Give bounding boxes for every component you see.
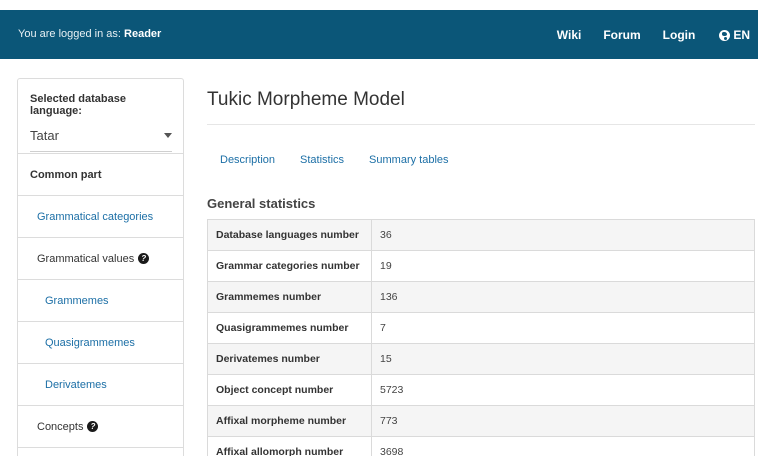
stat-value: 19	[371, 250, 755, 282]
table-row: Object concept number 5723	[207, 374, 755, 406]
nav-forum-link[interactable]: Forum	[603, 28, 640, 42]
sidebar-item-derivatemes[interactable]: Derivatemes	[18, 364, 183, 406]
tab-summary-tables[interactable]: Summary tables	[369, 154, 448, 166]
stat-name: Affixal morpheme number	[207, 405, 372, 437]
top-navbar: You are logged in as: Reader Wiki Forum …	[0, 10, 758, 59]
question-circle-icon[interactable]: ?	[138, 253, 150, 264]
content-tabs: Description Statistics Summary tables	[220, 154, 474, 166]
stat-value: 7	[371, 312, 755, 344]
database-language-label: Selected database language:	[30, 93, 126, 117]
table-row: Grammar categories number 19	[207, 250, 755, 282]
title-divider	[207, 124, 755, 125]
stat-name: Database languages number	[207, 219, 372, 251]
tab-description[interactable]: Description	[220, 154, 275, 166]
page-title: Tukic Morpheme Model	[207, 89, 405, 110]
top-nav-links: Wiki Forum Login EN	[535, 28, 750, 42]
main-content: Tukic Morpheme Model Description Statist…	[207, 78, 755, 456]
table-row: Quasigrammemes number 7	[207, 312, 755, 344]
stat-name: Affixal allomorph number	[207, 436, 372, 456]
nav-login-link[interactable]: Login	[663, 28, 696, 42]
general-statistics-table: Database languages number 36 Grammar cat…	[207, 219, 755, 456]
table-row: Derivatemes number 15	[207, 343, 755, 375]
section-title: General statistics	[207, 196, 316, 211]
login-username: Reader	[124, 28, 162, 40]
stat-name: Quasigrammemes number	[207, 312, 372, 344]
sidebar-item-concepts[interactable]: Concepts ?	[18, 406, 183, 448]
login-status: You are logged in as: Reader	[18, 28, 161, 40]
sidebar-common-part-header: Common part	[18, 154, 183, 196]
sidebar-item-label: Concepts	[37, 420, 84, 433]
stat-name: Grammemes number	[207, 281, 372, 313]
stat-value: 3698	[371, 436, 755, 456]
language-code: EN	[733, 28, 750, 42]
sidebar-item-label: Quasigrammemes	[45, 336, 135, 349]
sidebar-item-label: Grammatical categories	[37, 210, 154, 223]
stat-value: 5723	[371, 374, 755, 406]
sidebar-item-label: Derivatemes	[45, 378, 107, 391]
sidebar-item-quasigrammemes[interactable]: Quasigrammemes	[18, 322, 183, 364]
question-circle-icon[interactable]: ?	[87, 421, 99, 432]
table-row: Database languages number 36	[207, 219, 755, 251]
nav-wiki-link[interactable]: Wiki	[557, 28, 582, 42]
sidebar-item-label: Grammatical values	[37, 252, 135, 265]
table-row: Affixal allomorph number 3698	[207, 436, 755, 456]
database-language-select[interactable]: Tatar	[30, 128, 172, 152]
stat-value: 136	[371, 281, 755, 313]
sidebar-item-grammatical-values[interactable]: Grammatical values ?	[18, 238, 183, 280]
language-switcher[interactable]: EN	[719, 28, 750, 42]
stat-value: 36	[371, 219, 755, 251]
sidebar-item-label: Grammemes	[45, 294, 109, 307]
stat-name: Grammar categories number	[207, 250, 372, 282]
database-language-panel: Selected database language: Tatar	[18, 79, 183, 154]
stat-value: 15	[371, 343, 755, 375]
tab-statistics[interactable]: Statistics	[300, 154, 344, 166]
stat-name: Object concept number	[207, 374, 372, 406]
sidebar: Selected database language: Tatar Common…	[17, 78, 184, 456]
table-row: Grammemes number 136	[207, 281, 755, 313]
login-prefix: You are logged in as:	[18, 28, 121, 40]
table-row: Affixal morpheme number 773	[207, 405, 755, 437]
sidebar-item-grammatical-categories[interactable]: Grammatical categories	[18, 196, 183, 238]
stat-value: 773	[371, 405, 755, 437]
database-language-value: Tatar	[30, 128, 59, 143]
stat-name: Derivatemes number	[207, 343, 372, 375]
chevron-down-icon	[164, 133, 172, 138]
globe-icon	[719, 29, 731, 41]
sidebar-item-grammemes[interactable]: Grammemes	[18, 280, 183, 322]
